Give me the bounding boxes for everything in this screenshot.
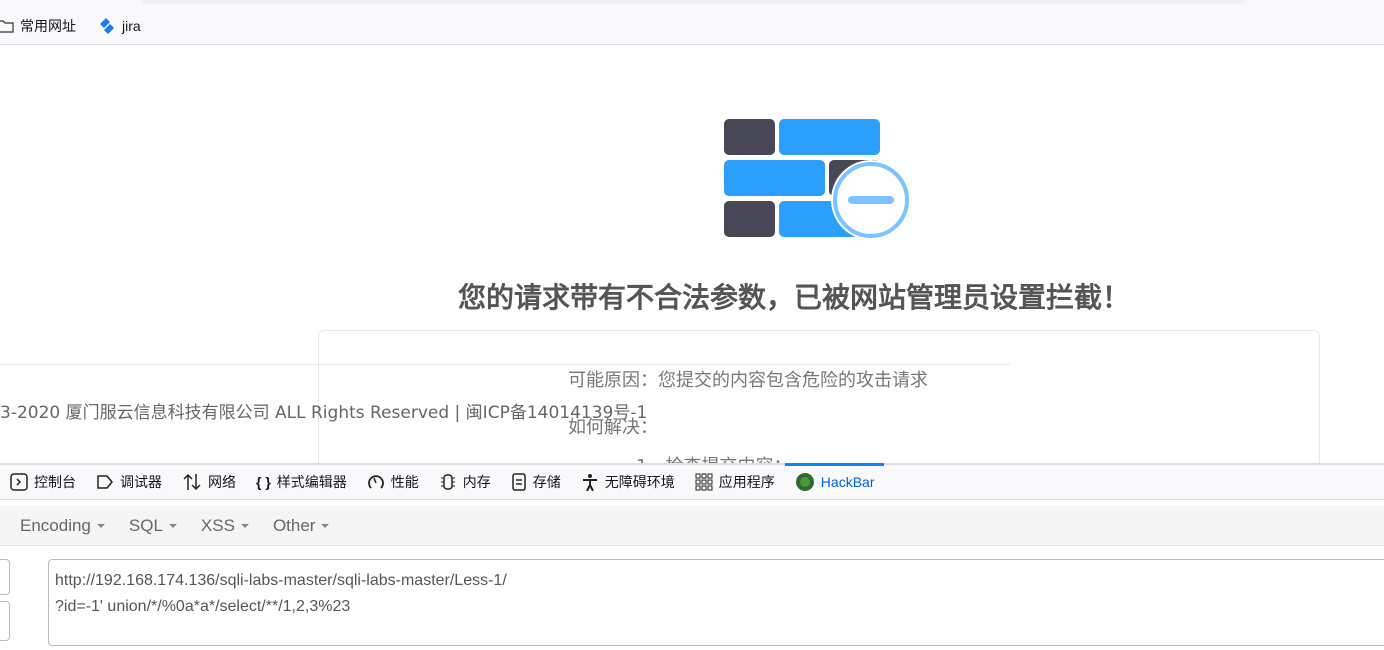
tab-style-editor[interactable]: { } 样式编辑器 [246, 465, 357, 500]
split-url-button[interactable] [0, 601, 10, 641]
tab-performance[interactable]: 性能 [357, 465, 429, 500]
tab-storage[interactable]: 存储 [501, 465, 571, 500]
grid-icon [695, 473, 713, 491]
caret-down-icon [96, 523, 105, 528]
menu-other[interactable]: Other [273, 516, 330, 536]
page-title: 您的请求带有不合法参数，已被网站管理员设置拦截！ [458, 281, 1131, 314]
memory-chip-icon [440, 474, 455, 490]
tab-accessibility[interactable]: 无障碍环境 [571, 465, 685, 500]
address-bar[interactable] [140, 0, 1246, 4]
menu-label: Other [272, 515, 316, 535]
storage-icon [512, 473, 526, 491]
caret-down-icon [240, 523, 249, 528]
tab-hackbar[interactable]: HackBar [784, 462, 885, 500]
caret-down-icon [168, 523, 177, 528]
menu-sql[interactable]: SQL [129, 516, 177, 536]
bookmark-label: jira [122, 18, 141, 34]
bookmark-jira[interactable]: jira [96, 16, 141, 36]
divider [0, 364, 1010, 365]
tab-debugger[interactable]: 调试器 [86, 465, 172, 500]
tab-application[interactable]: 应用程序 [685, 465, 785, 500]
tab-label: 应用程序 [718, 474, 775, 490]
menu-label: Encoding [20, 515, 91, 535]
tab-label: 网络 [208, 474, 236, 490]
devtools-tabbar: 控制台 调试器 网络 { } 样式编辑器 性能 内存 存储 无障碍环境 应用程序 … [0, 462, 1384, 500]
menu-label: SQL [128, 515, 163, 535]
tab-label: 样式编辑器 [276, 474, 347, 490]
hackbar-icon [795, 473, 814, 491]
hackbar-menubar: Encoding SQL XSS Other [0, 506, 1384, 546]
footer-copyright: 3-2020 厦门服云信息科技有限公司 ALL Rights Reserved … [0, 403, 648, 423]
bookmark-folder[interactable]: 常用网址 [0, 16, 76, 36]
tab-console[interactable]: 控制台 [0, 465, 86, 500]
gauge-icon [367, 475, 384, 489]
firewall-block-icon [724, 119, 911, 240]
menu-xss[interactable]: XSS [201, 516, 249, 536]
tab-network[interactable]: 网络 [172, 465, 246, 500]
url-textarea[interactable]: http://192.168.174.136/sqli-labs-master/… [48, 559, 1384, 646]
tab-label: 性能 [390, 474, 419, 490]
caret-down-icon [321, 523, 330, 528]
debugger-icon [97, 475, 113, 489]
bookmarks-toolbar: 常用网址 jira [0, 0, 1384, 45]
load-url-button[interactable] [0, 559, 10, 595]
tab-memory[interactable]: 内存 [429, 465, 501, 500]
menu-label: XSS [200, 515, 235, 535]
tab-label: 存储 [532, 474, 561, 490]
bookmark-label: 常用网址 [20, 18, 76, 34]
accessibility-icon [582, 474, 597, 491]
jira-icon [100, 18, 114, 34]
folder-icon [0, 20, 14, 33]
menu-encoding[interactable]: Encoding [20, 516, 105, 536]
reason-text: 可能原因：您提交的内容包含危险的攻击请求 [568, 370, 928, 391]
braces-icon: { } [256, 474, 271, 490]
console-icon [10, 473, 28, 491]
network-arrows-icon [183, 473, 201, 491]
tab-label: HackBar [820, 474, 875, 490]
tab-label: 内存 [462, 474, 491, 490]
tab-label: 无障碍环境 [604, 474, 675, 490]
tab-label: 控制台 [34, 474, 76, 490]
tab-label: 调试器 [120, 474, 162, 490]
